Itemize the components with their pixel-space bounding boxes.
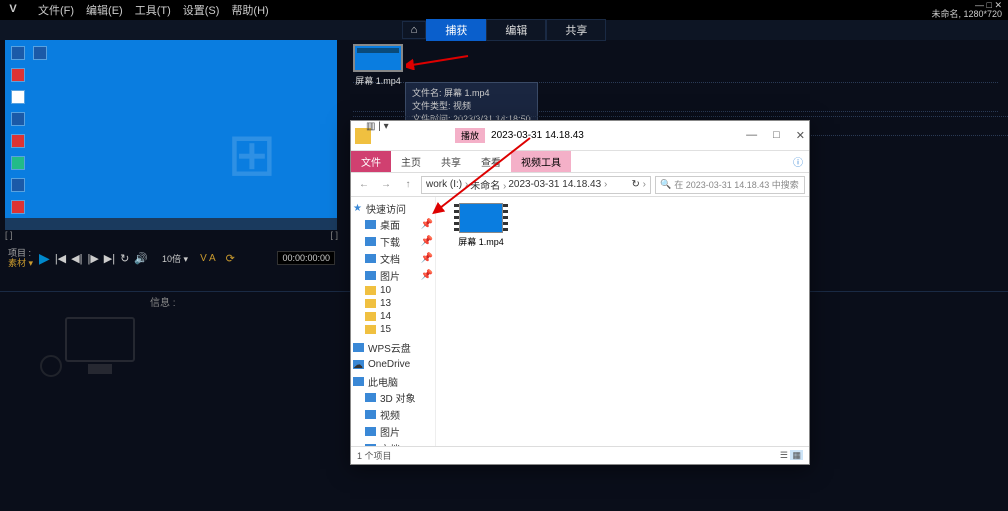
close-button[interactable]: ✕ [796,129,805,142]
step-fwd-button[interactable]: |▶ [87,252,98,265]
cloud-icon: ☁ [353,360,364,369]
info-label: 信息 : [150,294,176,309]
va-toggle[interactable]: V A [200,253,216,264]
star-icon: ★ [353,203,362,214]
sidebar-folder-15[interactable]: 15 [353,323,433,336]
sidebar-desktop[interactable]: 桌面📌 [353,216,433,233]
menu-settings[interactable]: 设置(S) [183,2,220,18]
details-view-icon[interactable]: ☰ [780,450,788,460]
explorer-address-row: ← → ↑ work (I:) 未命名 2023-03-31 14.18.43 … [351,173,809,197]
tab-edit[interactable]: 编辑 [486,19,546,41]
tab-home[interactable]: ⌂ [402,21,427,39]
address-bar[interactable]: work (I:) 未命名 2023-03-31 14.18.43 ↻ [421,176,651,194]
menu-bar: V 文件(F) 编辑(E) 工具(T) 设置(S) 帮助(H) — □ ✕ 未命… [0,0,1008,20]
loop-button[interactable]: ↻ [120,252,129,265]
explorer-title: 2023-03-31 14.18.43 [491,130,584,141]
menu-edit[interactable]: 编辑(E) [86,2,123,18]
source-dropdown[interactable]: 素材 ▾ [8,258,33,268]
file-name: 屏幕 1.mp4 [454,235,508,248]
pc-icon [353,377,364,386]
project-status: 未命名, 1280*720 [931,10,1002,19]
device-placeholder-icon [40,317,150,392]
explorer-statusbar: 1 个项目 ☰ ▦ [351,446,809,464]
ribbon-view[interactable]: 查看 [471,151,511,172]
ribbon-help-icon[interactable]: ⓘ [793,154,809,169]
sidebar-onedrive[interactable]: ☁OneDrive [353,359,433,370]
item-count: 1 个项目 [357,449,392,462]
tab-capture[interactable]: 捕获 [426,19,486,41]
thumbnail-label: 屏幕 1.mp4 [353,74,403,87]
speed-selector[interactable]: 10倍 ▾ [162,252,188,265]
file-explorer-window[interactable]: 播放 2023-03-31 14.18.43 ▥ | ▾ — □ ✕ 文件 主页… [350,120,810,465]
sidebar-documents[interactable]: 文档📌 [353,250,433,267]
wps-icon [353,343,364,352]
clip-thumbnail[interactable]: 屏幕 1.mp4 [353,44,403,87]
explorer-tool-tab: 播放 [455,128,485,143]
explorer-file-area[interactable]: 屏幕 1.mp4 [436,197,809,446]
search-input[interactable]: 🔍 在 2023-03-31 14.18.43 中搜索 [655,176,805,194]
ribbon-home[interactable]: 主页 [391,151,431,172]
sidebar-folder-13[interactable]: 13 [353,297,433,310]
prev-clip-button[interactable]: |◀ [55,252,66,265]
menu-tools[interactable]: 工具(T) [135,2,171,18]
quickaccess-pin-row[interactable]: ▥ | ▾ [366,121,389,132]
menu-file[interactable]: 文件(F) [38,2,74,18]
ribbon-share[interactable]: 共享 [431,151,471,172]
volume-icon[interactable]: 🔊 [134,252,148,265]
minimize-button[interactable]: — [746,129,757,142]
nav-up-button[interactable]: ↑ [399,176,417,194]
capture-ring-icon[interactable]: ⟳ [226,252,235,265]
file-item[interactable]: 屏幕 1.mp4 [454,203,508,248]
project-label: 项目 : [8,248,33,258]
step-back-button[interactable]: ◀| [71,252,82,265]
sidebar-folder-14[interactable]: 14 [353,310,433,323]
menu-help[interactable]: 帮助(H) [231,2,268,18]
sidebar-pictures2[interactable]: 图片 [353,423,433,440]
tiles-view-icon[interactable]: ▦ [790,450,803,460]
sidebar-downloads[interactable]: 下载📌 [353,233,433,250]
next-clip-button[interactable]: ▶| [104,252,115,265]
app-logo: V [6,2,20,16]
sidebar-wps[interactable]: WPS云盘 [353,340,433,355]
timecode: 00:00:00:00 [277,251,335,265]
sidebar-3d[interactable]: 3D 对象 [353,389,433,406]
play-button[interactable]: ▶ [39,250,50,267]
video-thumbnail-icon [459,203,503,233]
sidebar-video[interactable]: 视频 [353,406,433,423]
nav-back-button[interactable]: ← [355,176,373,194]
ribbon-file[interactable]: 文件 [351,151,391,172]
ribbon-video-tools[interactable]: 视频工具 [511,151,571,172]
sidebar-pictures[interactable]: 图片📌 [353,267,433,284]
explorer-titlebar[interactable]: 播放 2023-03-31 14.18.43 ▥ | ▾ — □ ✕ [351,121,809,151]
refresh-icon[interactable]: ↻ [632,179,647,190]
windows-logo-icon: ⊞ [227,120,277,190]
maximize-button[interactable]: □ [773,129,780,142]
explorer-ribbon: 文件 主页 共享 查看 视频工具 ⓘ [351,151,809,173]
sidebar-folder-10[interactable]: 10 [353,284,433,297]
timeline-ruler[interactable]: [ ] [ ] [0,230,343,244]
thumbnail-image [353,44,403,72]
explorer-sidebar[interactable]: ★快速访问 桌面📌 下载📌 文档📌 图片📌 10 13 14 15 WPS云盘 … [351,197,436,446]
mode-tabs: ⌂ 捕获 编辑 共享 [0,20,1008,40]
preview-pane: ⊞ [ ] [ ] 项目 : 素材 ▾ ▶ |◀ ◀| |▶ ▶| ↻ 🔊 10… [0,40,343,291]
preview-canvas[interactable]: ⊞ [5,40,337,230]
sidebar-thispc[interactable]: 此电脑 [353,374,433,389]
nav-forward-button[interactable]: → [377,176,395,194]
tab-share[interactable]: 共享 [546,19,606,41]
playback-controls: 项目 : 素材 ▾ ▶ |◀ ◀| |▶ ▶| ↻ 🔊 10倍 ▾ V A ⟳ … [0,244,343,272]
